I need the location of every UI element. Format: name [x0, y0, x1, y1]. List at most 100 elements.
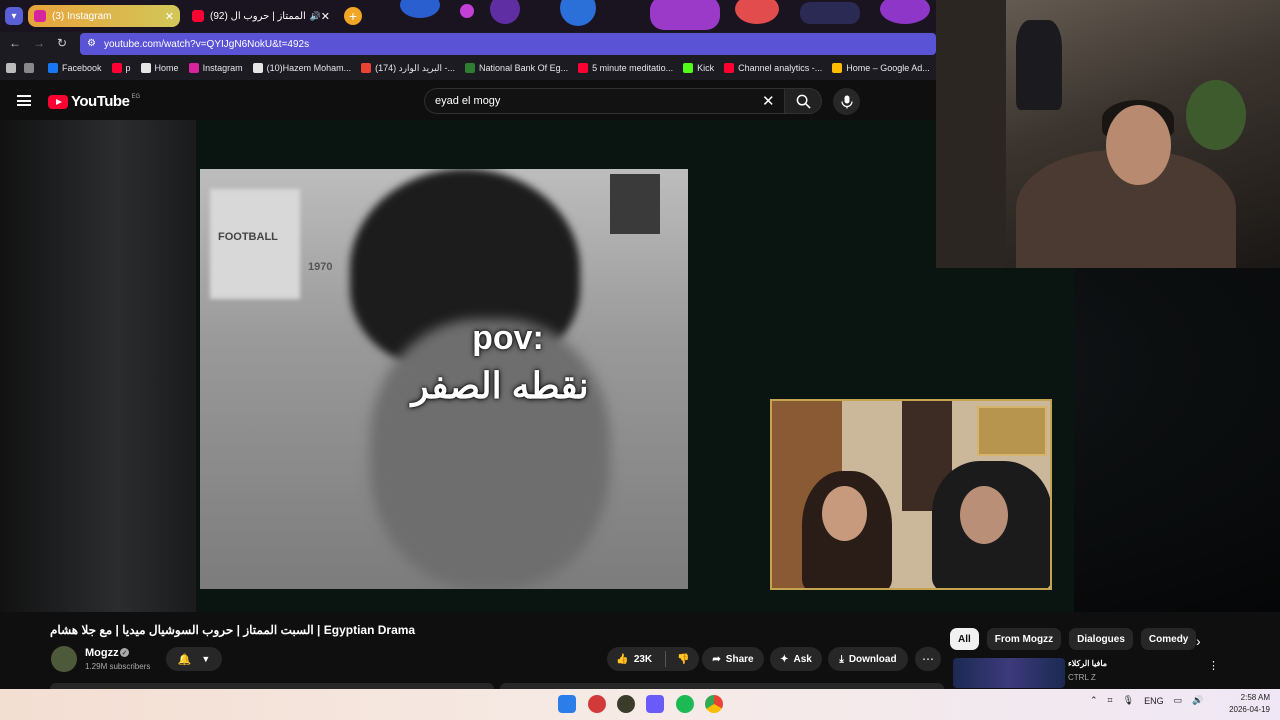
kick-icon: [683, 63, 694, 73]
reload-icon[interactable]: ↻: [57, 36, 67, 50]
overlay-caption-arabic: نقطه الصفر: [411, 365, 589, 406]
thumbs-down-icon[interactable]: 👎: [677, 654, 689, 665]
taskbar: [0, 689, 1280, 720]
subscriber-count: 1.29M subscribers: [85, 662, 151, 671]
chrome-icon[interactable]: [705, 695, 723, 713]
tab-label: (3) Instagram: [52, 10, 112, 22]
like-dislike-button[interactable]: 👍 23K 👎: [607, 647, 699, 671]
poster-year: 1970: [308, 261, 333, 273]
chevron-up-icon[interactable]: ⌃: [1090, 695, 1098, 706]
clear-search-icon[interactable]: ✕: [762, 92, 775, 110]
volume-icon[interactable]: 🔊: [1192, 695, 1203, 706]
bookmark-facebook[interactable]: Facebook: [48, 63, 102, 73]
bookmark-instagram[interactable]: Instagram: [188, 63, 243, 73]
like-count: 23K: [633, 653, 653, 665]
bookmark-home[interactable]: Home: [140, 63, 179, 73]
avatar[interactable]: [51, 646, 77, 672]
search-button[interactable]: [784, 88, 822, 114]
clock-date: 2026-04-19: [1229, 705, 1270, 714]
inset-face-right: [960, 486, 1008, 544]
app-icon[interactable]: [588, 695, 606, 713]
chip-all[interactable]: All: [950, 628, 979, 650]
webcam-door: [936, 0, 1006, 268]
search-icon: [796, 94, 811, 109]
close-tab-icon[interactable]: ✕: [165, 10, 174, 23]
discord-icon[interactable]: [646, 695, 664, 713]
spotify-icon[interactable]: [676, 695, 694, 713]
wall-poster: [210, 189, 300, 299]
url-text: youtube.com/watch?v=QYIJgN6NokU&t=492s: [104, 38, 310, 50]
chip-from-mogzz[interactable]: From Mogzz: [986, 628, 1062, 650]
bell-icon: 🔔: [177, 653, 192, 666]
ask-button[interactable]: ✦ Ask: [770, 647, 822, 671]
webcam-overlay: [936, 0, 1280, 268]
decor-shape: [735, 0, 779, 24]
tab-search-button[interactable]: ▾: [5, 7, 23, 25]
voice-search-button[interactable]: [833, 88, 860, 115]
google-ads-icon: [832, 63, 843, 73]
wall-poster: [610, 174, 660, 234]
thumbs-up-icon[interactable]: 👍: [616, 654, 628, 665]
close-tab-icon[interactable]: ✕: [321, 10, 330, 23]
poster-label: FOOTBALL: [218, 231, 278, 243]
facebook-icon: [48, 63, 58, 73]
youtube-icon: [192, 10, 204, 22]
more-actions-button[interactable]: ⋯: [915, 647, 941, 671]
decor-shape: [650, 0, 720, 30]
recommended-title: مافيا الركلاء: [1068, 659, 1108, 668]
video-thumbnail[interactable]: [953, 658, 1065, 688]
clock[interactable]: 2:58 AM 2026-04-19: [1222, 692, 1270, 716]
chevron-right-icon[interactable]: ›: [1196, 633, 1201, 649]
chip-dialogues[interactable]: Dialogues: [1069, 628, 1133, 650]
video-title: السبت الممتاز | حروب السوشيال ميديا | مع…: [50, 623, 416, 637]
tab-instagram[interactable]: (3) Instagram ✕: [28, 5, 180, 27]
site-info-icon[interactable]: ⚙: [87, 38, 96, 49]
bookmark-google-ads[interactable]: Home – Google Ad...: [832, 63, 930, 73]
new-tab-button[interactable]: +: [344, 7, 362, 25]
gmail-icon: [361, 63, 372, 73]
bookmark-p[interactable]: p: [111, 63, 131, 73]
more-options-icon[interactable]: ⋮: [1208, 659, 1219, 672]
network-icon[interactable]: ⌗: [1108, 695, 1113, 706]
chevron-down-icon: ▼: [201, 654, 211, 664]
decor-shape: [490, 0, 520, 24]
youtube-logo[interactable]: YouTube EG: [48, 93, 140, 110]
tab-label: (92) السبت الممتاز | حروب ال...: [210, 10, 306, 22]
bookmark-kick[interactable]: Kick: [683, 63, 714, 73]
back-icon[interactable]: ←: [9, 36, 21, 50]
display-icon[interactable]: ▭: [1174, 695, 1183, 706]
inset-picture-frame: [977, 406, 1047, 456]
start-icon[interactable]: [558, 695, 576, 713]
bookmark-tiktok[interactable]: (10)Hazem Moham...: [252, 63, 351, 73]
inset-video: [770, 399, 1052, 590]
forward-icon[interactable]: →: [33, 36, 45, 50]
speaker-icon[interactable]: 🔊: [310, 11, 321, 22]
instagram-icon: [188, 63, 199, 73]
share-button[interactable]: ➦ Share: [702, 647, 764, 671]
bookmark-nbe[interactable]: National Bank Of Eg...: [465, 63, 568, 73]
search-input[interactable]: eyad el mogy: [424, 88, 784, 114]
decor-shape: [880, 0, 930, 24]
bookmark-analytics[interactable]: Channel analytics -...: [724, 63, 822, 73]
recommended-video[interactable]: مافيا الركلاء CTRL Z ⋮: [950, 656, 1275, 688]
webcam-mannequin: [1016, 20, 1062, 110]
decor-shape: [800, 2, 860, 24]
sidebar-icon[interactable]: [6, 63, 20, 73]
bookmark-gmail[interactable]: (174) البريد الوارد -...: [361, 63, 455, 74]
menu-icon[interactable]: [17, 95, 31, 106]
decor-shape: [400, 0, 440, 18]
app-icon[interactable]: [617, 695, 635, 713]
tab-youtube[interactable]: (92) السبت الممتاز | حروب ال... 🔊 ✕: [186, 5, 336, 27]
notifications-button[interactable]: 🔔 ▼: [166, 647, 222, 671]
bookmark-meditation[interactable]: 5 minute meditatio...: [578, 63, 673, 73]
video-clip: FOOTBALL 1970 pov: نقطه الصفر: [200, 169, 688, 589]
apps-icon[interactable]: [24, 63, 38, 73]
microphone-icon[interactable]: 🎙: [1123, 695, 1134, 706]
chip-comedy[interactable]: Comedy: [1140, 628, 1197, 650]
divider: [665, 651, 667, 667]
language-indicator[interactable]: ENG: [1144, 696, 1164, 706]
download-button[interactable]: ⤓ Download: [828, 647, 908, 671]
address-bar[interactable]: ⚙ youtube.com/watch?v=QYIJgN6NokU&t=492s: [80, 33, 936, 55]
filter-chips: All From Mogzz Dialogues Comedy: [950, 628, 1197, 650]
channel-name[interactable]: Mogzz: [85, 647, 119, 659]
